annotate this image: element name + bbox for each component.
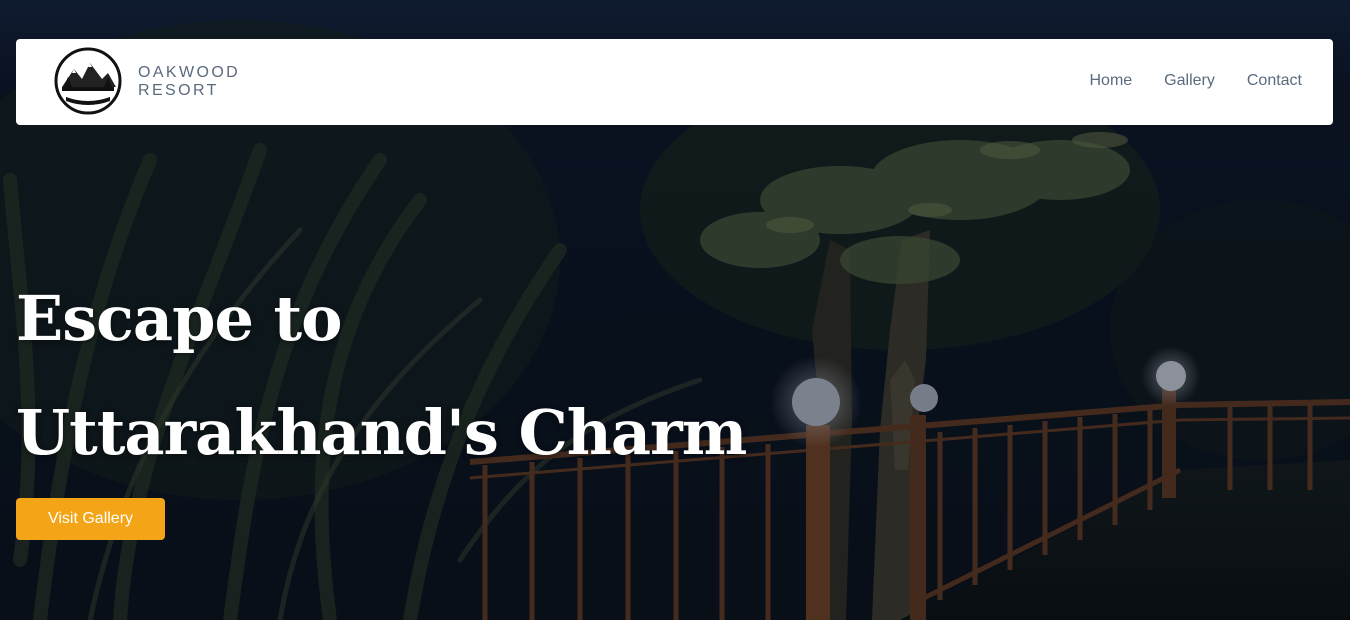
hero-headline-line1: Escape to xyxy=(16,282,342,355)
nav-link-contact[interactable]: Contact xyxy=(1247,72,1302,90)
brand-name[interactable]: OAKWOOD RESORT xyxy=(138,64,240,100)
nav-link-gallery[interactable]: Gallery xyxy=(1164,72,1215,90)
top-navbar: OAKWOOD RESORT Home Gallery Contact xyxy=(16,39,1333,125)
hero-headline: Escape to Uttarakhand's Charm xyxy=(16,262,747,490)
hero-headline-line2: Uttarakhand's Charm xyxy=(16,396,747,469)
brand-name-line2: RESORT xyxy=(138,82,219,99)
resort-logo-icon[interactable] xyxy=(54,47,122,115)
nav-link-home[interactable]: Home xyxy=(1089,72,1132,90)
nav-links: Home Gallery Contact xyxy=(1089,72,1302,90)
brand-name-line1: OAKWOOD xyxy=(138,64,241,81)
visit-gallery-button[interactable]: Visit Gallery xyxy=(16,498,165,540)
